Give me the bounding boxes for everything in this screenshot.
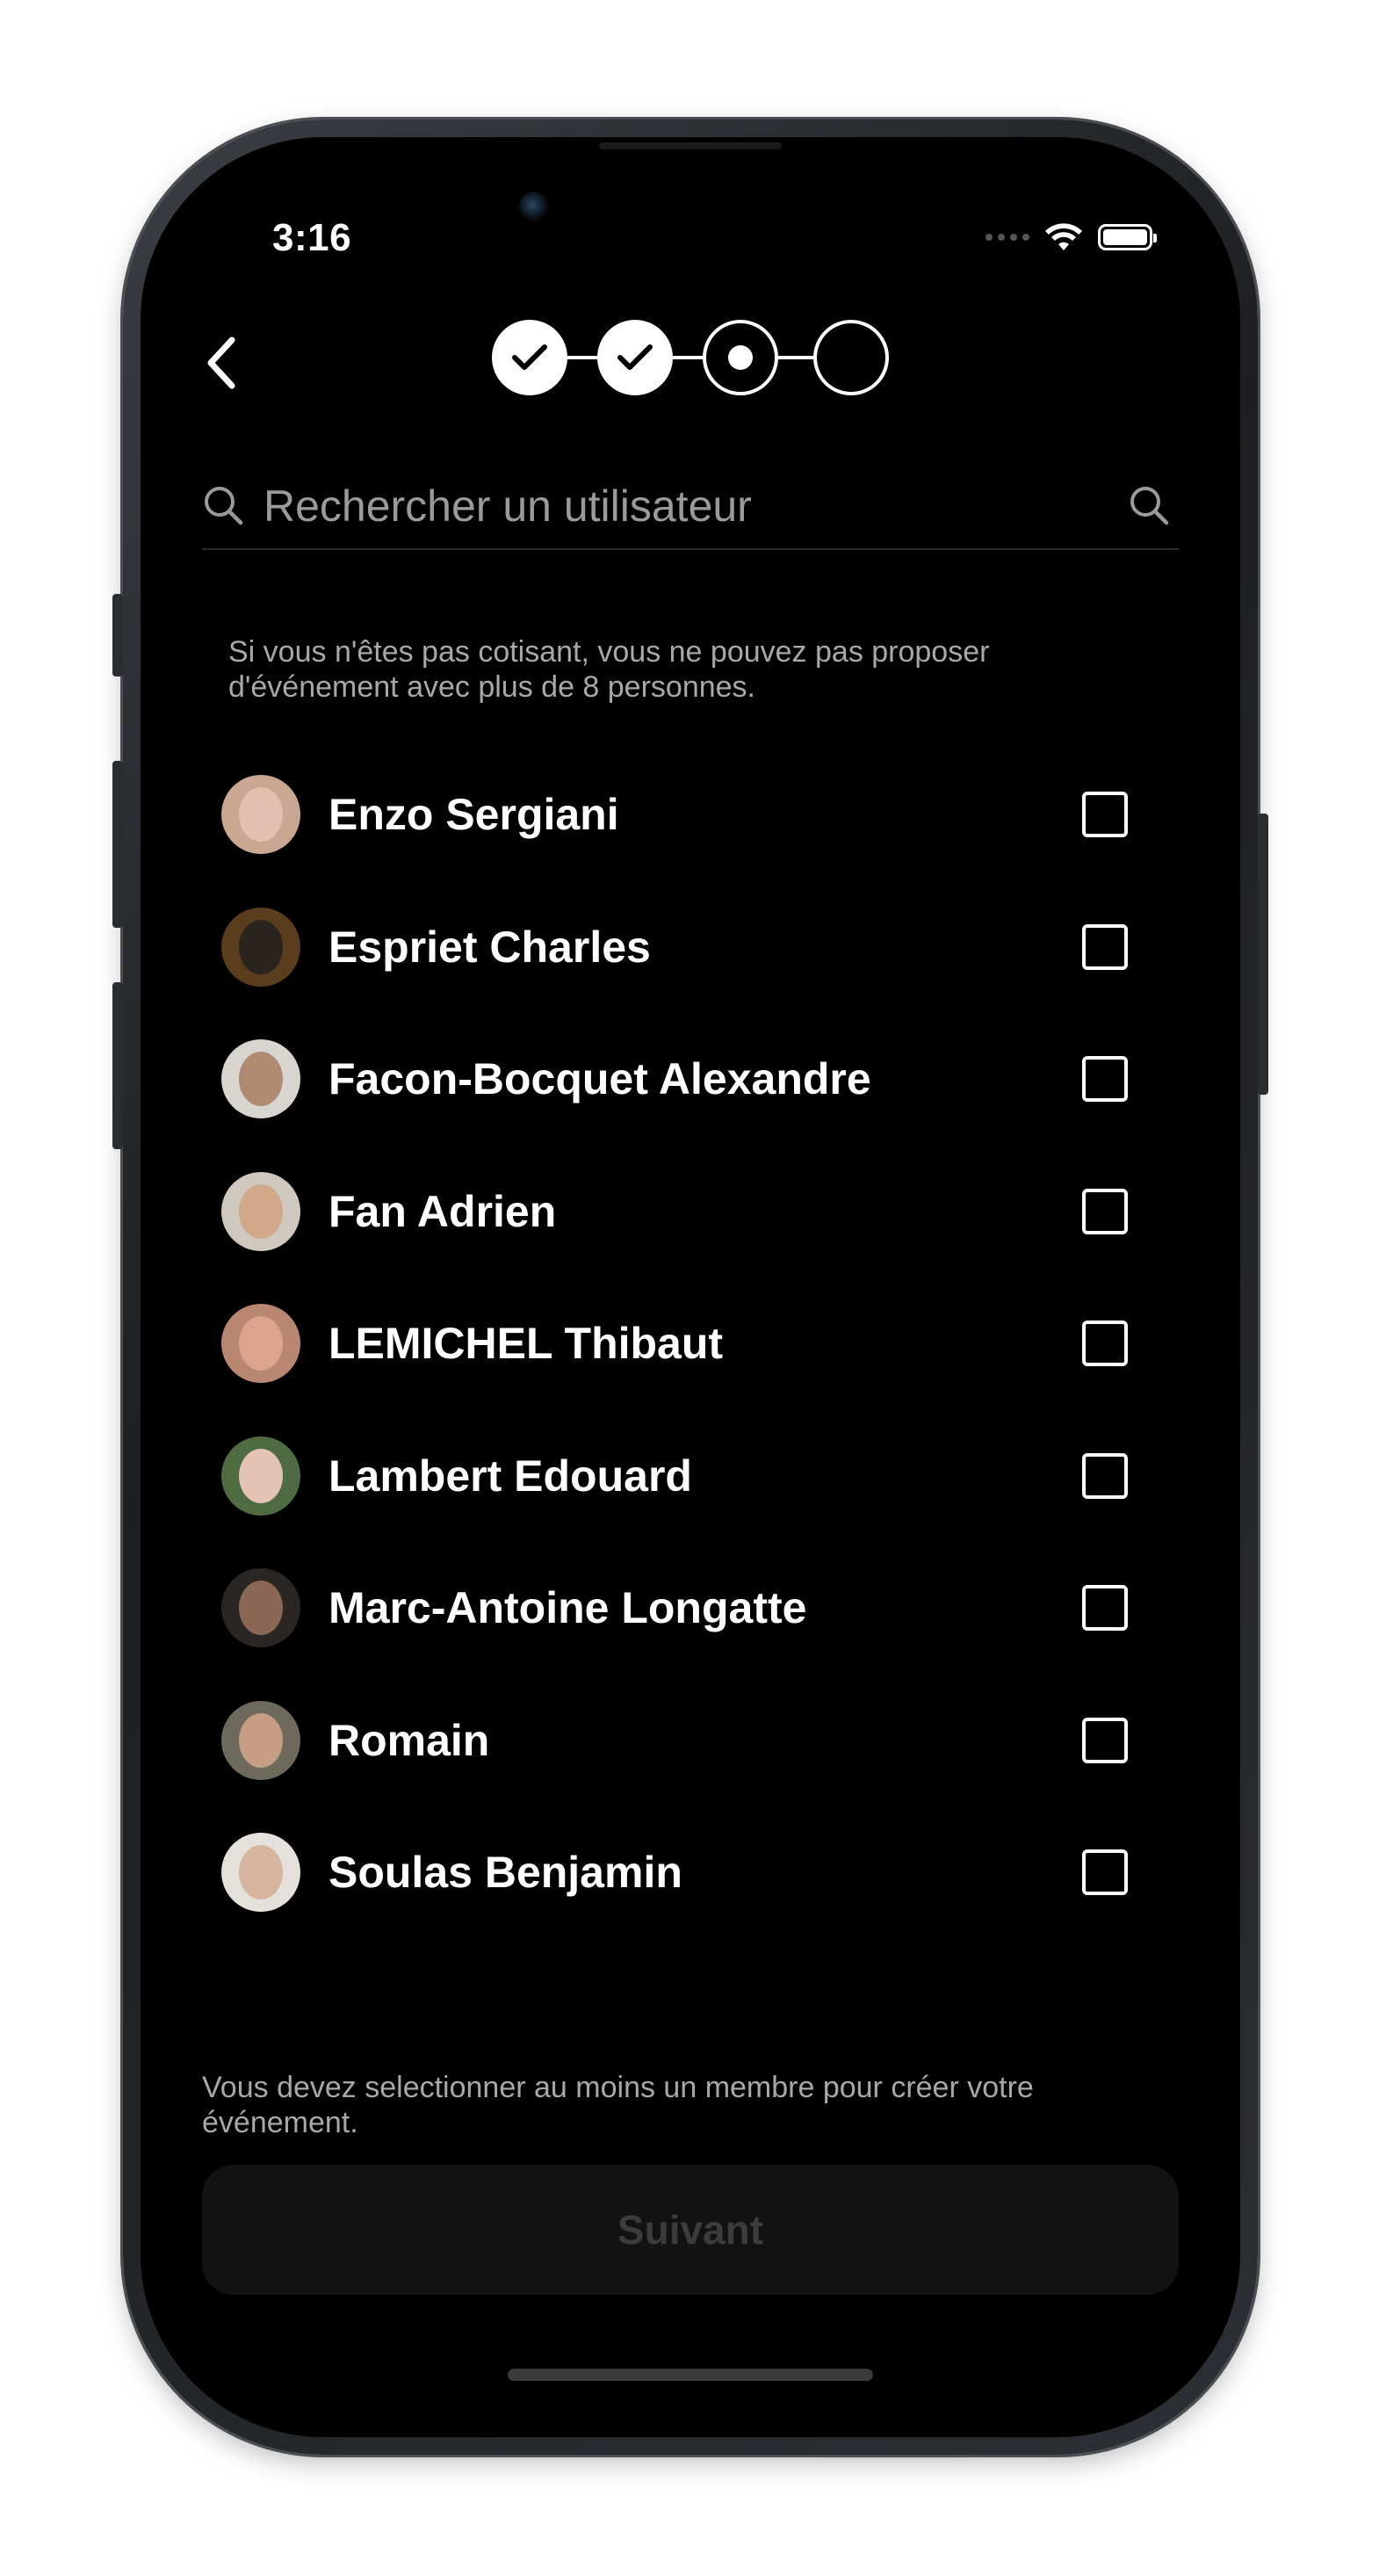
- list-item[interactable]: Soulas Benjamin: [221, 1806, 1152, 1939]
- avatar: [221, 775, 300, 855]
- search-bar: [202, 464, 1179, 550]
- member-name: LEMICHEL Thibaut: [329, 1319, 724, 1369]
- status-icons: [986, 220, 1157, 255]
- member-checkbox[interactable]: [1082, 1452, 1128, 1499]
- avatar: [221, 1568, 300, 1648]
- list-item[interactable]: Enzo Sergiani: [221, 749, 1152, 881]
- chevron-left-icon: [207, 336, 235, 389]
- avatar: [221, 1304, 300, 1384]
- member-checkbox[interactable]: [1082, 1056, 1128, 1103]
- avatar: [221, 907, 300, 987]
- list-item[interactable]: Facon-Bocquet Alexandre: [221, 1013, 1152, 1146]
- member-name: Lambert Edouard: [329, 1451, 692, 1501]
- step-connector: [673, 356, 703, 359]
- step-3-current: [703, 320, 778, 395]
- back-button[interactable]: [195, 332, 248, 394]
- member-checkbox[interactable]: [1082, 792, 1128, 838]
- avatar: [221, 1700, 300, 1780]
- member-checkbox[interactable]: [1082, 1849, 1128, 1896]
- avatar: [221, 1039, 300, 1119]
- member-checkbox[interactable]: [1082, 1321, 1128, 1367]
- list-item[interactable]: Espriet Charles: [221, 881, 1152, 1014]
- member-checkbox[interactable]: [1082, 1585, 1128, 1632]
- member-checkbox[interactable]: [1082, 1188, 1128, 1234]
- next-button[interactable]: Suivant: [202, 2165, 1179, 2295]
- member-limit-notice: Si vous n'êtes pas cotisant, vous ne pou…: [228, 635, 990, 704]
- list-item[interactable]: Romain: [221, 1675, 1152, 1807]
- volume-down-button: [112, 982, 123, 1149]
- avatar: [221, 1171, 300, 1251]
- list-item[interactable]: Fan Adrien: [221, 1146, 1152, 1278]
- member-checkbox[interactable]: [1082, 1717, 1128, 1763]
- member-name: Espriet Charles: [329, 922, 651, 972]
- progress-stepper: [492, 320, 889, 402]
- step-4-pending: [813, 320, 889, 395]
- list-item[interactable]: LEMICHEL Thibaut: [221, 1277, 1152, 1410]
- step-1-done: [492, 320, 567, 395]
- selection-required-hint: Vous devez selectionner au moins un memb…: [202, 2071, 1034, 2139]
- member-list: Enzo Sergiani Espriet Charles Facon-Bocque…: [221, 749, 1152, 1939]
- list-item[interactable]: Lambert Edouard: [221, 1410, 1152, 1543]
- step-2-done: [597, 320, 673, 395]
- screen: 3:16 Rechercher un utilisateur Si vous n…: [141, 137, 1240, 2437]
- mute-switch: [112, 594, 123, 677]
- member-name: Enzo Sergiani: [329, 790, 619, 840]
- step-connector: [567, 356, 597, 359]
- search-input[interactable]: [246, 481, 1128, 532]
- member-name: Facon-Bocquet Alexandre: [329, 1054, 871, 1104]
- search-icon[interactable]: [1128, 484, 1172, 528]
- battery-icon: [1098, 224, 1157, 250]
- power-button: [1258, 814, 1268, 1095]
- member-name: Soulas Benjamin: [329, 1848, 682, 1898]
- checkmark-icon: [512, 344, 547, 370]
- member-name: Romain: [329, 1715, 490, 1765]
- avatar: [221, 1436, 300, 1516]
- speaker-grille: [599, 142, 782, 149]
- wifi-icon: [1045, 223, 1082, 250]
- volume-up-button: [112, 761, 123, 928]
- status-time: 3:16: [272, 216, 352, 259]
- avatar: [221, 1833, 300, 1913]
- list-item[interactable]: Marc-Antoine Longatte: [221, 1542, 1152, 1675]
- front-camera: [519, 192, 549, 221]
- member-checkbox[interactable]: [1082, 923, 1128, 970]
- member-name: Fan Adrien: [329, 1186, 557, 1236]
- cellular-signal-icon: [986, 234, 1029, 241]
- step-connector: [778, 356, 813, 359]
- checkmark-icon: [617, 344, 653, 370]
- search-icon: [205, 487, 243, 525]
- member-name: Marc-Antoine Longatte: [329, 1583, 807, 1633]
- home-indicator[interactable]: [508, 2369, 873, 2381]
- current-step-dot: [728, 345, 753, 370]
